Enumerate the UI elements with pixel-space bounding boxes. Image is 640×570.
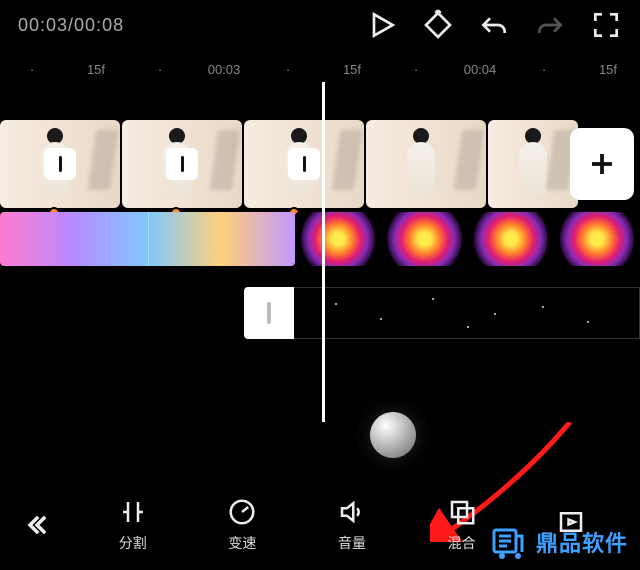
split-icon xyxy=(115,497,151,527)
tick: 15f xyxy=(320,62,384,77)
timeline-ruler[interactable]: · 15f · 00:03 · 15f · 00:04 · 15f xyxy=(0,50,640,82)
fullscreen-button[interactable] xyxy=(590,9,622,41)
tick: · xyxy=(0,62,64,77)
tool-speed[interactable]: 变速 xyxy=(188,497,298,553)
tool-label: 混合 xyxy=(448,533,476,553)
watermark-text: 鼎品软件 xyxy=(536,526,628,558)
redo-button[interactable] xyxy=(534,9,566,41)
watermark: 鼎品软件 xyxy=(488,522,628,562)
tool-label: 分割 xyxy=(119,533,147,553)
watermark-logo-icon xyxy=(488,522,528,562)
clip-handle[interactable] xyxy=(244,287,294,339)
keyframe-button[interactable] xyxy=(422,9,454,41)
tick: 00:03 xyxy=(192,62,256,77)
tick: · xyxy=(512,62,576,77)
effect-clip-gradient[interactable] xyxy=(0,212,295,266)
play-button[interactable] xyxy=(366,9,398,41)
tool-volume[interactable]: 音量 xyxy=(297,497,407,553)
overlay-clip[interactable] xyxy=(294,287,640,339)
tool-label: 音量 xyxy=(338,533,366,553)
timeline-tracks[interactable] xyxy=(0,82,640,422)
transition-button[interactable] xyxy=(44,148,76,180)
video-clip[interactable] xyxy=(122,120,242,208)
tick: 00:04 xyxy=(448,62,512,77)
tick: · xyxy=(128,62,192,77)
tick: · xyxy=(384,62,448,77)
undo-button[interactable] xyxy=(478,9,510,41)
effect-track[interactable] xyxy=(0,212,640,266)
effect-clip-rings[interactable] xyxy=(295,212,640,266)
add-clip-button[interactable] xyxy=(570,128,634,200)
transition-button[interactable] xyxy=(166,148,198,180)
video-clip[interactable] xyxy=(366,120,486,208)
back-button[interactable] xyxy=(14,502,60,548)
tick: 15f xyxy=(64,62,128,77)
video-clip[interactable] xyxy=(488,120,578,208)
tick: · xyxy=(256,62,320,77)
top-toolbar: 00:03/00:08 xyxy=(0,0,640,50)
tick: 15f xyxy=(576,62,640,77)
speed-icon xyxy=(224,497,260,527)
video-clip[interactable] xyxy=(0,120,120,208)
time-display: 00:03/00:08 xyxy=(18,15,124,36)
transition-button[interactable] xyxy=(288,148,320,180)
video-track[interactable] xyxy=(0,120,640,208)
volume-icon xyxy=(334,497,370,527)
drag-knob[interactable] xyxy=(370,412,416,458)
tool-split[interactable]: 分割 xyxy=(78,497,188,553)
blend-icon xyxy=(444,497,480,527)
overlay-track[interactable] xyxy=(244,287,640,339)
video-clip[interactable] xyxy=(244,120,364,208)
tool-label: 变速 xyxy=(228,533,256,553)
